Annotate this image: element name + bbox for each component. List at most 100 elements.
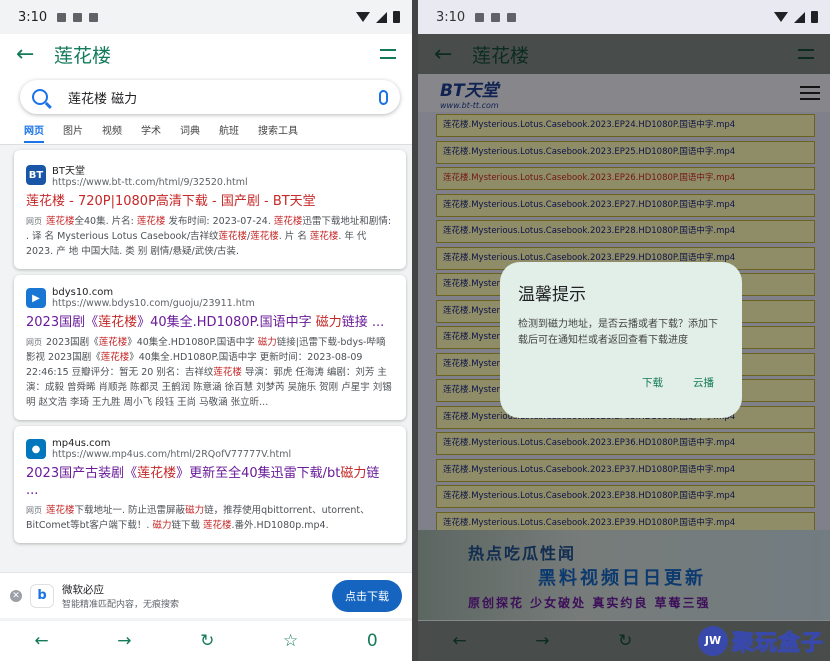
battery-icon (811, 11, 818, 23)
site-favicon-icon: ▶ (26, 288, 46, 308)
result-site-name: BT天堂 (52, 166, 85, 177)
result-title-link[interactable]: 莲花楼 - 720P|1080P高清下载 - 国产剧 - BT天堂 (26, 193, 394, 210)
status-time: 3:10 (18, 9, 48, 25)
result-site: ● mp4us.com https://www.mp4us.com/html/2RQ… (26, 438, 394, 460)
app-bar: ← 莲花楼 (0, 34, 412, 74)
page-title: 莲花楼 (54, 44, 112, 67)
highlight-term: 磁力 (152, 520, 172, 531)
search-tab[interactable]: 图片 (63, 122, 83, 137)
search-result-card[interactable]: ● mp4us.com https://www.mp4us.com/html/2RQ… (14, 426, 406, 543)
search-tab[interactable]: 搜索工具 (258, 122, 298, 137)
bing-logo: b (30, 583, 54, 608)
search-tabs: 网页 图片 视频 学术 词典 航班 搜索工具 (12, 114, 400, 144)
notification-icon (507, 12, 517, 22)
nav-back-icon[interactable]: ← (34, 631, 48, 651)
highlight-term: 磁力 (185, 505, 205, 516)
highlight-term: 磁力 (257, 337, 277, 348)
status-bar: 3:10 (0, 0, 412, 34)
result-meta: bdys10.com https://www.bdys10.com/guoju/2… (52, 287, 255, 309)
highlight-term: 莲花楼 (203, 520, 232, 531)
highlight-term: 莲花楼 (46, 216, 75, 227)
result-snippet: 网页 莲花楼全40集. 片名: 莲花楼 发布时间: 2023-07-24. 莲花楼… (26, 216, 392, 257)
refresh-icon[interactable]: ↻ (200, 631, 214, 651)
search-result-card[interactable]: ▶ bdys10.com https://www.bdys10.com/guoju/… (14, 275, 406, 420)
search-tab[interactable]: 航班 (219, 122, 239, 137)
ad-text: 微软必应 智能精准匹配内容，无痕搜索 (62, 582, 179, 610)
ad-subtitle: 智能精准匹配内容，无痕搜索 (62, 599, 180, 610)
search-results: BT BT天堂 https://www.bt-tt.com/html/9/32520… (0, 144, 412, 574)
result-title-link[interactable]: 2023国剧《莲花楼》40集全.HD1080P.国语中字 磁力链接 ... (26, 314, 394, 331)
ad-download-button[interactable]: 点击下载 (332, 579, 402, 612)
result-site: BT BT天堂 https://www.bt-tt.com/html/9/32520… (26, 162, 394, 188)
back-arrow-icon[interactable]: ← (16, 42, 46, 67)
result-type-tag: 网页 (26, 338, 42, 347)
highlight-term: 莲花楼 (136, 216, 166, 227)
dialog-message: 检测到磁力地址，是否云播或者下载？添加下载后可在通知栏或者返回查看下载进度 (518, 319, 718, 346)
result-url[interactable]: https://www.mp4us.com/html/2RQofV77777V.… (52, 449, 291, 460)
highlight-term: 磁力 (315, 315, 342, 330)
watermark-text: 聚玩盒子 (731, 631, 824, 657)
highlight-term: 莲花楼 (218, 231, 248, 242)
search-input[interactable]: 莲花楼 磁力 (20, 80, 400, 114)
result-meta: BT天堂 https://www.bt-tt.com/html/9/32520.h… (52, 162, 248, 188)
highlight-term: 莲花楼 (273, 216, 303, 227)
right-screen: 3:10 ← 莲花楼 BT天堂 www.bt-tt.com 莲花楼.Myster… (418, 0, 830, 661)
ad-banner[interactable]: ✕ b 微软必应 智能精准匹配内容，无痕搜索 点击下载 (0, 572, 412, 618)
result-snippet: 网页 2023国剧《莲花楼》40集全.HD1080P.国语中字 磁力链接|迅雷下载… (26, 337, 392, 408)
result-meta: mp4us.com https://www.mp4us.com/html/2RQo… (52, 438, 291, 460)
result-title-link[interactable]: 2023国产古装剧《莲花楼》更新至全40集迅雷下载/bt磁力链 ... (26, 465, 394, 499)
site-favicon-icon: BT (26, 165, 46, 185)
search-result-card[interactable]: BT BT天堂 https://www.bt-tt.com/html/9/32520… (14, 150, 406, 269)
cloud-play-button[interactable]: 云播 (693, 375, 714, 390)
battery-icon (393, 11, 400, 23)
menu-icon[interactable] (380, 49, 396, 59)
search-query[interactable]: 莲花楼 磁力 (68, 88, 379, 107)
search-tab[interactable]: 词典 (180, 122, 200, 137)
notification-icon (475, 12, 485, 22)
bottom-nav: ← → ↻ ☆ 0 (0, 621, 412, 661)
star-icon[interactable]: ☆ (283, 631, 298, 651)
search-icon[interactable] (32, 89, 48, 105)
dialog-title: 温馨提示 (518, 285, 586, 305)
prompt-dialog: 温馨提示 检测到磁力地址，是否云播或者下载？添加下载后可在通知栏或者返回查看下载… (500, 262, 742, 418)
ad-title: 微软必应 (62, 583, 104, 596)
download-button[interactable]: 下载 (642, 375, 663, 390)
dialog-actions: 下载 云播 (642, 375, 714, 390)
wifi-icon (774, 12, 788, 22)
highlight-term: 莲花楼 (98, 315, 138, 330)
status-bar: 3:10 (418, 0, 830, 34)
result-site-name: mp4us.com (52, 438, 111, 449)
highlight-term: 磁力 (340, 466, 367, 481)
result-site: ▶ bdys10.com https://www.bdys10.com/guoju/… (26, 287, 394, 309)
highlight-term: 莲花楼 (309, 231, 339, 242)
search-tab[interactable]: 学术 (141, 122, 161, 137)
search-area: 莲花楼 磁力 网页 图片 视频 学术 词典 航班 搜索工具 (0, 74, 412, 144)
notification-icon (89, 12, 99, 22)
highlight-term: 莲花楼 (98, 337, 128, 348)
wifi-icon (356, 12, 370, 22)
search-tab[interactable]: 网页 (24, 122, 44, 143)
notification-icon (57, 12, 67, 22)
site-favicon-icon: ● (26, 439, 46, 459)
close-icon[interactable]: ✕ (10, 589, 22, 602)
signal-icon (376, 11, 387, 23)
highlight-term: 莲花楼 (100, 352, 130, 363)
notification-icon (73, 12, 83, 22)
notification-icon (491, 12, 501, 22)
left-screen: 3:10 ← 莲花楼 莲花楼 磁力 网页 图片 视频 学术 词典 航班 搜索工具 BT BT天… (0, 0, 412, 661)
highlight-term: 莲花楼 (213, 367, 242, 378)
signal-icon (794, 11, 805, 23)
search-tab[interactable]: 视频 (102, 122, 122, 137)
result-url[interactable]: https://www.bdys10.com/guoju/23911.htm (52, 298, 255, 309)
result-url[interactable]: https://www.bt-tt.com/html/9/32520.html (52, 177, 248, 188)
result-snippet: 网页 莲花楼下载地址一. 防止迅雷屏蔽磁力链，推荐使用qbittorrent、ut… (26, 505, 370, 531)
highlight-term: 莲花楼 (46, 505, 75, 516)
watermark-badge: JW (697, 626, 728, 656)
microphone-icon[interactable] (379, 89, 388, 105)
tab-count[interactable]: 0 (367, 631, 378, 651)
watermark: JW 聚玩盒子 (697, 625, 824, 657)
status-time: 3:10 (436, 9, 466, 25)
nav-forward-icon[interactable]: → (117, 631, 131, 651)
highlight-term: 莲花楼 (250, 231, 279, 242)
result-type-tag: 网页 (26, 217, 42, 226)
